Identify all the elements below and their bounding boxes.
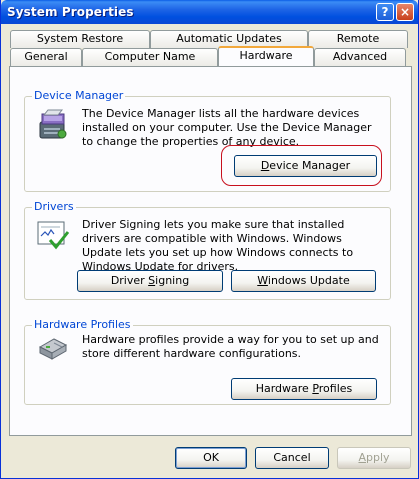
tab-remote[interactable]: Remote [308, 30, 408, 48]
close-icon: × [399, 5, 411, 19]
drivers-description: Driver Signing lets you make sure that i… [82, 218, 354, 273]
driver-signing-button[interactable]: Driver Signing [77, 270, 223, 292]
hardware-profiles-icon [38, 338, 68, 360]
tab-general[interactable]: General [10, 48, 82, 66]
tab-label: Remote [336, 32, 380, 45]
tab-advanced[interactable]: Advanced [314, 48, 406, 66]
apply-button[interactable]: Apply [337, 447, 411, 469]
hardware-profiles-button[interactable]: Hardware Profiles [231, 378, 377, 400]
ok-button[interactable]: OK [175, 447, 247, 469]
help-button[interactable]: ? [376, 3, 394, 21]
cancel-button[interactable]: Cancel [255, 447, 329, 469]
button-label: rofiles [318, 382, 353, 395]
button-label: indows Update [267, 274, 350, 287]
tab-label: General [24, 50, 68, 63]
title-bar[interactable]: System Properties ? × [1, 0, 418, 24]
button-label: pply [366, 451, 390, 464]
device-manager-description: The Device Manager lists all the hardwar… [82, 107, 372, 148]
button-label: Driver [110, 274, 149, 287]
hardware-profiles-description: Hardware profiles provide a way for you … [82, 333, 379, 360]
button-label: Hardware [255, 382, 313, 395]
button-label: A [358, 451, 366, 464]
drivers-group-label: Drivers [32, 200, 76, 213]
tab-label: Advanced [332, 50, 388, 63]
device-manager-highlight-ring [221, 145, 382, 186]
button-label: igning [155, 274, 190, 287]
hardware-profiles-group-label: Hardware Profiles [32, 318, 133, 331]
help-icon: ? [381, 5, 389, 19]
device-manager-group-label: Device Manager [32, 89, 126, 102]
tab-label: Automatic Updates [176, 32, 282, 45]
system-properties-window: System Properties ? × System Restore Aut… [0, 0, 419, 479]
window-title: System Properties [7, 5, 134, 19]
device-manager-icon [39, 109, 67, 139]
button-label: W [257, 274, 268, 287]
tab-label: Computer Name [104, 50, 196, 63]
tab-system-restore[interactable]: System Restore [10, 30, 150, 48]
hardware-tab-panel: Device Manager The Device Manager lists … [9, 66, 412, 436]
driver-signing-icon [37, 221, 70, 250]
tab-label: System Restore [36, 32, 124, 45]
tab-hardware[interactable]: Hardware [218, 46, 314, 66]
button-label: OK [203, 451, 219, 464]
close-button[interactable]: × [396, 3, 414, 21]
tab-label: Hardware [239, 49, 293, 62]
tab-computer-name[interactable]: Computer Name [82, 48, 218, 66]
windows-update-button[interactable]: Windows Update [231, 270, 376, 292]
button-label: Cancel [273, 451, 311, 464]
